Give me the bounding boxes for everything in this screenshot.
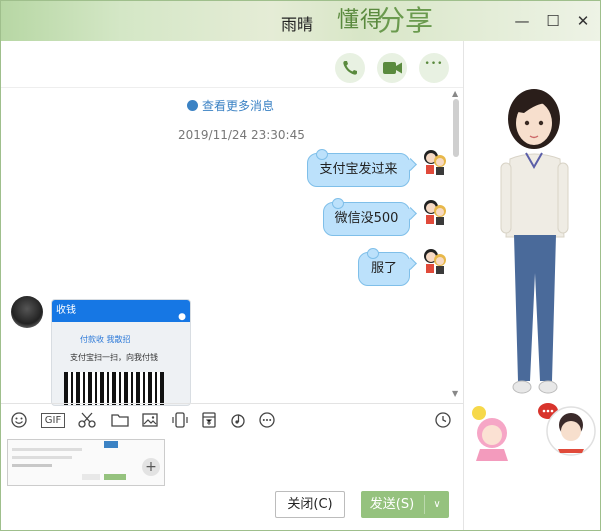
- thumbnail-line: [104, 474, 126, 480]
- emoji-button[interactable]: [9, 411, 29, 431]
- window-title: 雨晴: [281, 15, 314, 34]
- screenshot-button[interactable]: [76, 411, 98, 431]
- contact-avatar[interactable]: [11, 296, 43, 328]
- qr-card-line1: 付款收 我散招: [80, 335, 131, 344]
- qr-card-line2: 支付宝扫一扫，向我付钱: [70, 353, 158, 362]
- maximize-button[interactable]: ☐: [543, 11, 563, 31]
- thumbnail-badge: [104, 441, 118, 448]
- thumbnail-line: [82, 474, 100, 480]
- qr-card-menu-icon: ●: [178, 312, 186, 322]
- self-avatar-icon: [424, 150, 446, 175]
- gif-button[interactable]: GIF: [41, 413, 65, 428]
- message-scrollbar[interactable]: ▲ ▼: [451, 89, 461, 401]
- red-packet-icon: [202, 412, 216, 428]
- pasted-image-thumbnail[interactable]: +: [7, 439, 165, 486]
- more-tools-button[interactable]: [258, 411, 276, 431]
- phone-call-button[interactable]: [335, 53, 365, 83]
- message-timestamp: 2019/11/24 23:30:45: [178, 128, 305, 142]
- message-text: 服了: [370, 261, 397, 276]
- video-icon: [383, 62, 402, 74]
- more-circle-icon: [259, 412, 275, 428]
- banner-text-big: 分享: [377, 4, 434, 37]
- close-window-button[interactable]: ✕: [573, 11, 593, 31]
- thumbnail-line: [12, 448, 82, 451]
- shake-icon: [172, 412, 188, 428]
- send-file-button[interactable]: [109, 411, 131, 431]
- qr-code-image: [64, 372, 164, 405]
- phone-icon: [343, 61, 357, 75]
- qr-card-header: 收钱 ●: [52, 300, 190, 322]
- music-icon: [231, 414, 245, 428]
- send-options-chevron-icon[interactable]: ∨: [425, 491, 449, 518]
- avatar[interactable]: [421, 147, 449, 177]
- send-image-button[interactable]: [140, 411, 160, 431]
- more-icon: •••: [424, 59, 444, 69]
- music-button[interactable]: [229, 411, 247, 431]
- history-clock-icon: [435, 412, 451, 428]
- red-packet-button[interactable]: [200, 411, 218, 431]
- contact-show-figure[interactable]: [464, 41, 601, 481]
- close-button[interactable]: 关闭(C): [275, 491, 345, 518]
- message-text: 支付宝发过来: [319, 162, 398, 177]
- message-bubble[interactable]: 服了: [358, 248, 410, 286]
- thumbnail-line: [12, 464, 52, 467]
- image-icon: [142, 413, 158, 427]
- avatar[interactable]: [421, 246, 449, 276]
- shake-button[interactable]: [170, 411, 190, 431]
- message-bubble[interactable]: 支付宝发过来: [307, 149, 410, 187]
- bubble-decoration: [367, 248, 379, 259]
- message-history-button[interactable]: [433, 411, 453, 431]
- view-more-messages-link[interactable]: 查看更多消息: [187, 97, 274, 114]
- folder-icon: [111, 414, 129, 427]
- clock-icon: [187, 100, 198, 111]
- message-bubble[interactable]: 微信没500: [323, 198, 410, 236]
- qr-card-title: 收钱: [56, 305, 76, 316]
- title-bar[interactable]: 懂得 分享 雨晴 — ☐ ✕: [1, 1, 600, 41]
- qr-image-message[interactable]: 收钱 ● 付款收 我散招 支付宝扫一扫，向我付钱: [51, 299, 191, 406]
- send-label: 发送(S): [369, 497, 415, 512]
- emoji-icon: [11, 412, 27, 428]
- more-options-button[interactable]: •••: [419, 53, 449, 83]
- send-button[interactable]: 发送(S) ∨: [361, 491, 449, 518]
- video-call-button[interactable]: [377, 53, 407, 83]
- minimize-button[interactable]: —: [512, 11, 532, 31]
- scissors-icon: [78, 412, 96, 428]
- scroll-down-icon[interactable]: ▼: [452, 389, 458, 398]
- contact-show-panel: [463, 41, 601, 530]
- bubble-decoration: [332, 198, 344, 209]
- thumbnail-line: [12, 456, 72, 459]
- self-avatar-icon: [424, 249, 446, 274]
- scrollbar-thumb[interactable]: [453, 99, 459, 157]
- avatar[interactable]: [421, 197, 449, 227]
- self-avatar-icon: [424, 200, 446, 225]
- bubble-decoration: [316, 149, 328, 160]
- plus-icon: +: [142, 458, 160, 476]
- view-more-label: 查看更多消息: [202, 99, 275, 113]
- chat-window: 懂得 分享 雨晴 — ☐ ✕ ••• 查看更多消息 2019/11/24 23:…: [0, 0, 601, 531]
- gif-icon: GIF: [44, 415, 62, 426]
- message-text: 微信没500: [334, 211, 399, 226]
- scroll-up-icon[interactable]: ▲: [452, 89, 458, 98]
